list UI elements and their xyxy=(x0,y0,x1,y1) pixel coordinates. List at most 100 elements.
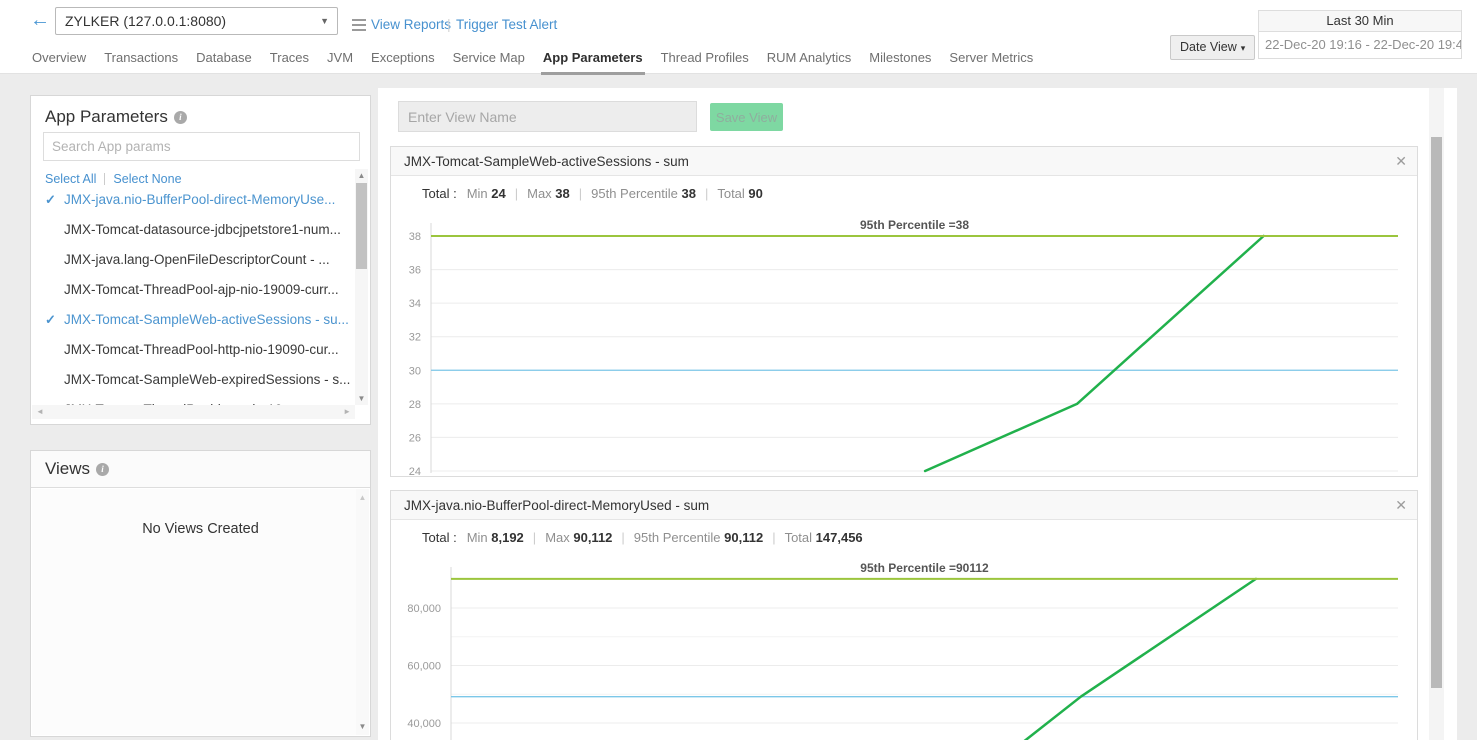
param-label: JMX-Tomcat-SampleWeb-expiredSessions - s… xyxy=(64,372,350,387)
search-app-params-input[interactable] xyxy=(43,132,360,161)
param-item[interactable]: ✓JMX-java.nio-BufferPool-direct-MemoryUs… xyxy=(32,185,355,215)
stats-separator: | xyxy=(515,186,518,201)
chart-title: JMX-Tomcat-SampleWeb-activeSessions - su… xyxy=(404,154,689,169)
stats-separator: | xyxy=(579,186,582,201)
param-item[interactable]: JMX-Tomcat-datasource-jdbcjpetstore1-num… xyxy=(32,215,355,245)
scroll-down-arrow-icon[interactable]: ▼ xyxy=(356,722,369,731)
info-icon: i xyxy=(174,111,187,124)
save-view-button[interactable]: Save View xyxy=(710,103,783,131)
stat-label: Max xyxy=(527,186,555,201)
param-item[interactable]: ✓JMX-Tomcat-SampleWeb-activeSessions - s… xyxy=(32,305,355,335)
app-parameters-page: { "icons": { "back": "←", "caret_down": … xyxy=(0,0,1477,740)
stat-value: 90 xyxy=(748,186,762,201)
stats-prefix: Total : xyxy=(422,186,457,201)
tab-transactions[interactable]: Transactions xyxy=(102,50,180,75)
check-icon: ✓ xyxy=(45,305,56,335)
trigger-test-alert-link[interactable]: Trigger Test Alert xyxy=(456,17,557,32)
header-divider: | xyxy=(447,16,451,32)
stat-label: Total xyxy=(717,186,748,201)
tab-traces[interactable]: Traces xyxy=(268,50,311,75)
views-panel: Viewsi No Views Created ▲ ▼ xyxy=(30,450,371,737)
time-range-label: Last 30 Min xyxy=(1258,10,1462,31)
views-scrollbar[interactable]: ▲ ▼ xyxy=(356,489,369,735)
app-selector-value: ZYLKER (127.0.0.1:8080) xyxy=(65,13,226,29)
select-all-link[interactable]: Select All xyxy=(45,172,96,186)
close-icon[interactable]: ✕ xyxy=(1395,491,1407,520)
svg-text:34: 34 xyxy=(409,298,421,310)
stat-label: 95th Percentile xyxy=(591,186,681,201)
views-body: No Views Created ▲ ▼ xyxy=(32,489,369,735)
main-content: Save View JMX-Tomcat-SampleWeb-activeSes… xyxy=(378,88,1457,740)
tab-thread-profiles[interactable]: Thread Profiles xyxy=(659,50,751,75)
stat-value: 90,112 xyxy=(724,530,763,545)
views-title: Viewsi xyxy=(31,451,370,488)
info-icon: i xyxy=(96,463,109,476)
chart-header: JMX-java.nio-BufferPool-direct-MemoryUse… xyxy=(391,491,1417,520)
chart-title: JMX-java.nio-BufferPool-direct-MemoryUse… xyxy=(404,498,709,513)
tab-app-parameters[interactable]: App Parameters xyxy=(541,50,645,75)
back-arrow-icon[interactable]: ← xyxy=(30,9,50,32)
param-list-h-scrollbar[interactable]: ◄ ► xyxy=(32,405,355,419)
svg-text:95th Percentile =38: 95th Percentile =38 xyxy=(860,218,969,232)
param-item[interactable]: JMX-Tomcat-ThreadPool-ajp-nio-19009-curr… xyxy=(32,275,355,305)
scroll-up-arrow-icon[interactable]: ▲ xyxy=(356,493,369,502)
stat-value: 147,456 xyxy=(816,530,863,545)
stat-label: Min xyxy=(467,530,492,545)
svg-text:60,000: 60,000 xyxy=(407,661,441,673)
scrollbar-thumb[interactable] xyxy=(1431,137,1442,688)
svg-text:30: 30 xyxy=(409,365,421,377)
stats-separator: | xyxy=(705,186,708,201)
svg-text:24: 24 xyxy=(409,466,421,476)
close-icon[interactable]: ✕ xyxy=(1395,147,1407,176)
chart-stats: Total :Min 8,192|Max 90,112|95th Percent… xyxy=(422,530,1417,545)
scroll-up-arrow-icon[interactable]: ▲ xyxy=(355,171,368,180)
stat-value: 24 xyxy=(491,186,505,201)
param-item[interactable]: JMX-Tomcat-SampleWeb-expiredSessions - s… xyxy=(32,365,355,395)
tab-server-metrics[interactable]: Server Metrics xyxy=(947,50,1035,75)
no-views-message: No Views Created xyxy=(32,521,369,537)
stat-value: 90,112 xyxy=(573,530,612,545)
stat-label: Max xyxy=(545,530,573,545)
param-label: JMX-java.nio-BufferPool-direct-MemoryUse… xyxy=(64,192,335,207)
tab-milestones[interactable]: Milestones xyxy=(867,50,933,75)
main-scrollbar[interactable] xyxy=(1429,88,1444,740)
view-name-input[interactable] xyxy=(398,101,697,132)
chart-panel-active-sessions: JMX-Tomcat-SampleWeb-activeSessions - su… xyxy=(390,146,1418,477)
stat-label: Total xyxy=(785,530,816,545)
view-reports-link[interactable]: View Reports xyxy=(371,17,451,32)
scroll-down-arrow-icon[interactable]: ▼ xyxy=(355,394,368,403)
date-view-button[interactable]: Date View▾ xyxy=(1170,35,1255,60)
svg-text:80,000: 80,000 xyxy=(407,603,441,615)
param-item[interactable]: JMX-java.lang-OpenFileDescriptorCount - … xyxy=(32,245,355,275)
line-chart: 80,00060,00040,00095th Percentile =90112 xyxy=(391,557,1419,740)
param-list-scrollbar[interactable]: ▲ ▼ xyxy=(355,169,368,405)
param-label: JMX-java.lang-OpenFileDescriptorCount - … xyxy=(64,252,330,267)
svg-text:40,000: 40,000 xyxy=(407,718,441,730)
stat-label: Min xyxy=(467,186,492,201)
nav-tabs: Overview Transactions Database Traces JVM Exc… xyxy=(30,50,1035,75)
param-item[interactable]: JMX-Tomcat-ThreadPool-http-nio-19090-cur… xyxy=(32,335,355,365)
chart-header: JMX-Tomcat-SampleWeb-activeSessions - su… xyxy=(391,147,1417,176)
stat-value: 8,192 xyxy=(491,530,524,545)
tab-jvm[interactable]: JVM xyxy=(325,50,355,75)
chart-panel-memory-used: JMX-java.nio-BufferPool-direct-MemoryUse… xyxy=(390,490,1418,740)
svg-text:36: 36 xyxy=(409,265,421,277)
tab-overview[interactable]: Overview xyxy=(30,50,88,75)
stat-value: 38 xyxy=(681,186,695,201)
stats-separator: | xyxy=(533,530,536,545)
app-parameters-title: App Parametersi xyxy=(31,96,370,134)
tab-service-map[interactable]: Service Map xyxy=(451,50,527,75)
app-selector-dropdown[interactable]: ZYLKER (127.0.0.1:8080) ▼ xyxy=(55,7,338,35)
tab-database[interactable]: Database xyxy=(194,50,254,75)
scrollbar-thumb[interactable] xyxy=(356,183,367,269)
chevron-down-icon: ▾ xyxy=(1241,43,1246,53)
tab-rum-analytics[interactable]: RUM Analytics xyxy=(765,50,854,75)
tab-exceptions[interactable]: Exceptions xyxy=(369,50,437,75)
svg-text:32: 32 xyxy=(409,332,421,344)
stats-prefix: Total : xyxy=(422,530,457,545)
select-none-link[interactable]: Select None xyxy=(113,172,181,186)
stat-label: 95th Percentile xyxy=(634,530,724,545)
date-range-picker[interactable]: 22-Dec-20 19:16 - 22-Dec-20 19:46 xyxy=(1258,31,1462,59)
scroll-left-arrow-icon[interactable]: ◄ xyxy=(36,405,44,419)
scroll-right-arrow-icon[interactable]: ► xyxy=(343,405,351,419)
